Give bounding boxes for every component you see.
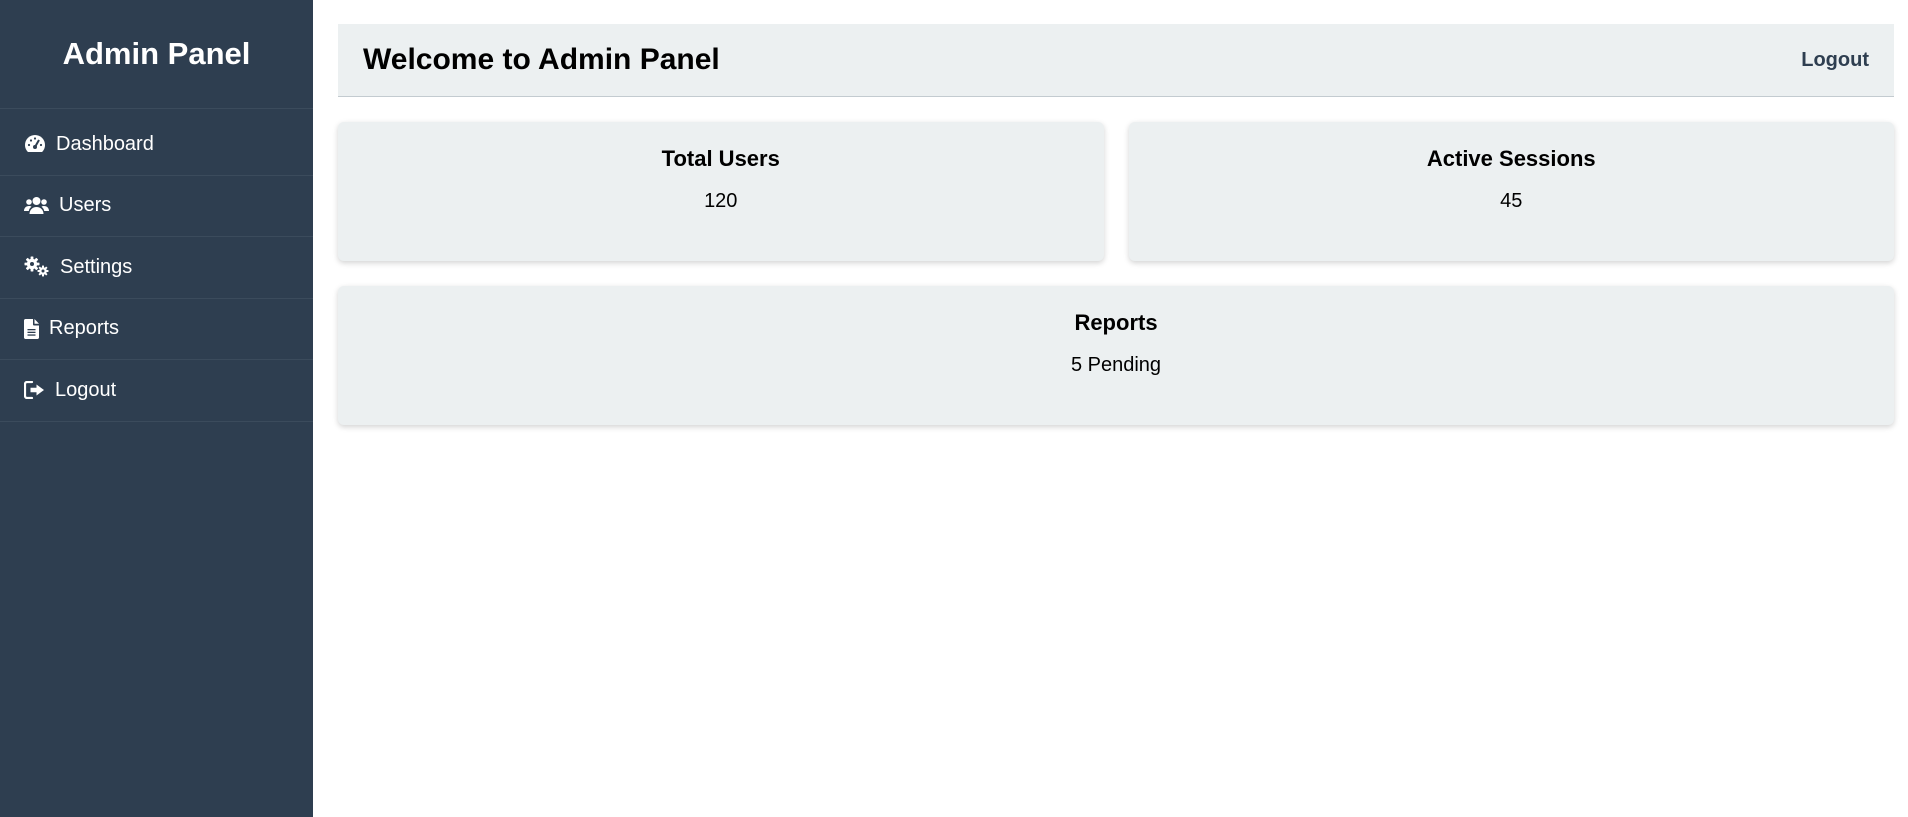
card-value: 45 <box>1500 190 1523 212</box>
document-icon <box>24 318 39 339</box>
card-title: Reports <box>1074 310 1158 335</box>
logout-icon <box>24 381 45 400</box>
sidebar-item-reports[interactable]: Reports <box>0 299 313 360</box>
card-title: Active Sessions <box>1426 146 1596 171</box>
page-header: Welcome to Admin Panel Logout <box>338 24 1894 97</box>
settings-icon <box>24 256 50 278</box>
sidebar-nav: Dashboard Users Settings Reports Logout <box>0 109 313 422</box>
sidebar-item-settings[interactable]: Settings <box>0 237 313 299</box>
card-total-users: Total Users 120 <box>338 122 1104 261</box>
logout-link[interactable]: Logout <box>1801 49 1869 72</box>
page-title: Welcome to Admin Panel <box>363 43 720 76</box>
stats-row: Total Users 120 Active Sessions 45 <box>338 122 1894 261</box>
sidebar-item-dashboard[interactable]: Dashboard <box>0 114 313 176</box>
sidebar-item-users[interactable]: Users <box>0 176 313 237</box>
sidebar-title: Admin Panel <box>0 0 313 109</box>
sidebar-item-label: Settings <box>60 255 133 278</box>
card-value: 120 <box>704 190 738 212</box>
main-content: Welcome to Admin Panel Logout Total User… <box>313 0 1908 817</box>
sidebar-item-label: Dashboard <box>56 132 154 155</box>
users-icon <box>24 196 49 215</box>
card-title: Total Users <box>661 146 780 171</box>
card-active-sessions: Active Sessions 45 <box>1128 122 1894 261</box>
card-reports: Reports 5 Pending <box>338 286 1894 425</box>
card-value: 5 Pending <box>1070 354 1162 376</box>
sidebar: Admin Panel Dashboard Users Settings Rep… <box>0 0 313 817</box>
sidebar-item-label: Reports <box>49 317 120 340</box>
sidebar-item-logout[interactable]: Logout <box>0 360 313 422</box>
dashboard-icon <box>24 134 46 154</box>
sidebar-item-label: Users <box>59 194 112 217</box>
sidebar-item-label: Logout <box>55 378 117 401</box>
app-root: Admin Panel Dashboard Users Settings Rep… <box>0 0 1908 817</box>
